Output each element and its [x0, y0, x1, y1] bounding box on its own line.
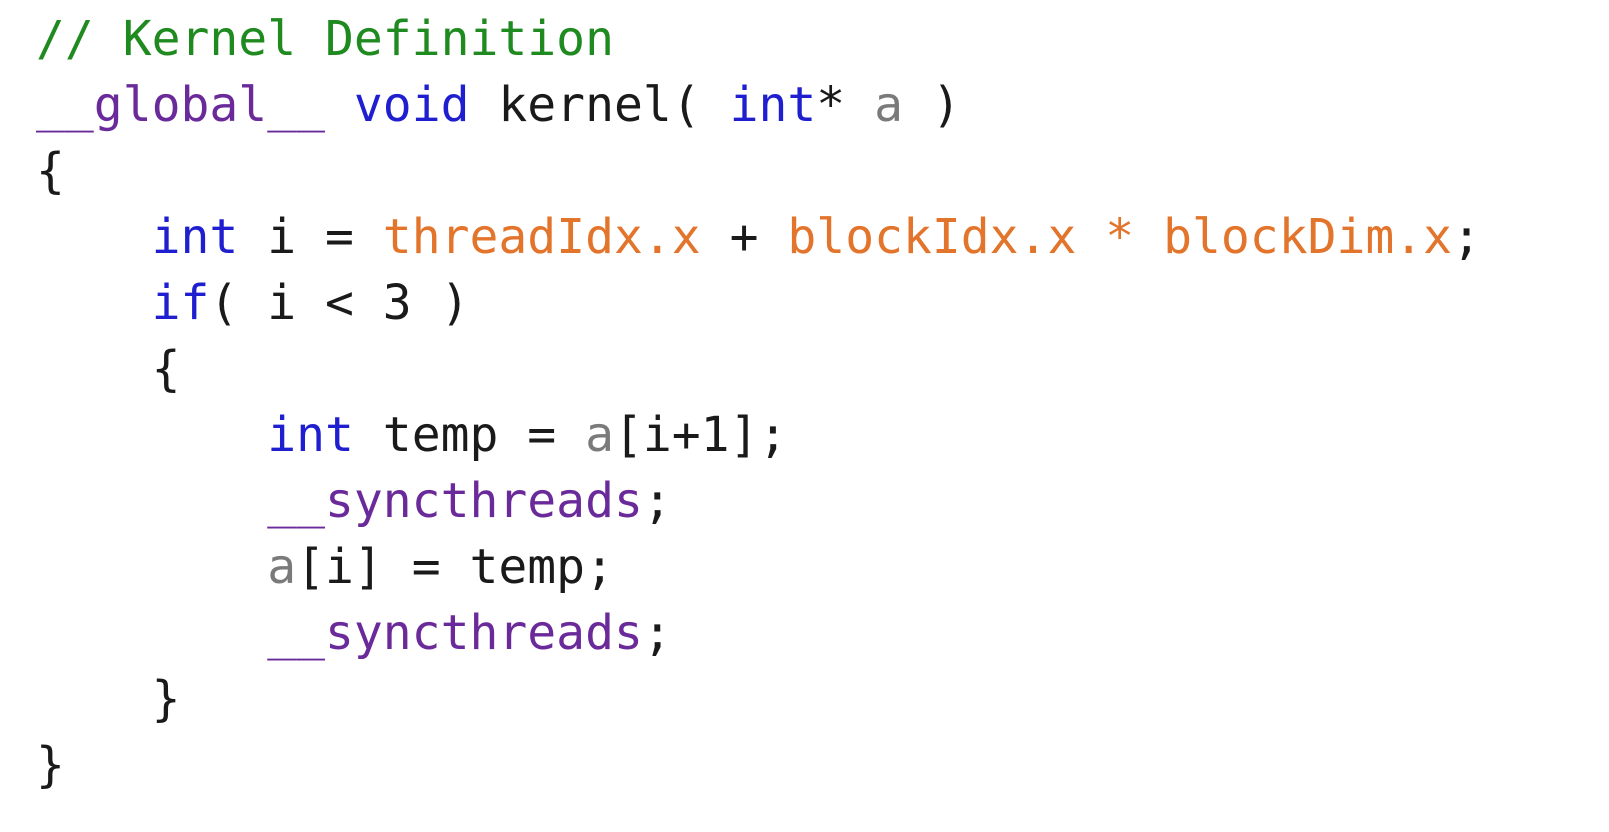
code-token-builtin: *: [1105, 209, 1135, 265]
code-token-plain: {: [36, 143, 65, 199]
code-token-plain: }: [36, 671, 181, 727]
code-line: int i = threadIdx.x + blockIdx.x * block…: [36, 204, 1596, 270]
code-line: if( i < 3 ): [36, 270, 1596, 336]
code-token-plain: {: [36, 341, 181, 397]
code-token-builtin: threadIdx.x: [382, 209, 701, 265]
code-line: __syncthreads;: [36, 468, 1596, 534]
code-token-plain: *: [816, 77, 875, 133]
code-token-builtin: blockDim.x: [1163, 209, 1453, 265]
code-token-special: __syncthreads: [267, 605, 643, 661]
code-token-param: a: [585, 407, 614, 463]
code-token-plain: [i+1];: [613, 407, 788, 463]
code-line: a[i] = temp;: [36, 534, 1596, 600]
code-line: __global__ void kernel( int* a ): [36, 72, 1596, 138]
code-line: // Kernel Definition: [36, 6, 1596, 72]
code-token-param: a: [267, 539, 297, 595]
code-token-plain: ;: [642, 473, 672, 529]
code-line: {: [36, 138, 1596, 204]
code-line: int temp = a[i+1];: [36, 402, 1596, 468]
code-token-comment: // Kernel Definition: [36, 11, 614, 67]
code-token-keyword: int: [729, 77, 817, 133]
code-token-plain: [i] = temp;: [296, 539, 614, 595]
code-token-special: __syncthreads: [267, 473, 643, 529]
code-line: }: [36, 666, 1596, 732]
code-token-plain: ;: [642, 605, 672, 661]
code-token-plain: ( i < 3 ): [209, 275, 470, 331]
code-line: }: [36, 732, 1596, 798]
code-line: {: [36, 336, 1596, 402]
code-token-plain: ;: [1452, 209, 1481, 265]
code-line: __syncthreads;: [36, 600, 1596, 666]
code-token-plain: i =: [238, 209, 383, 265]
code-token-plain: temp =: [353, 407, 586, 463]
code-token-keyword: void: [353, 77, 470, 133]
code-token-plain: +: [700, 209, 788, 265]
code-token-builtin: blockIdx.x: [787, 209, 1077, 265]
code-token-plain: ): [902, 77, 961, 133]
code-token-special: __global__: [36, 77, 325, 133]
code-token-plain: kernel(: [469, 77, 730, 133]
code-token-plain: }: [36, 737, 65, 793]
code-token-keyword: int: [267, 407, 354, 463]
code-token-keyword: if: [151, 275, 210, 331]
code-token-keyword: int: [151, 209, 239, 265]
code-view[interactable]: // Kernel Definition __global__ void kern…: [36, 6, 1596, 826]
code-token-param: a: [874, 77, 903, 133]
